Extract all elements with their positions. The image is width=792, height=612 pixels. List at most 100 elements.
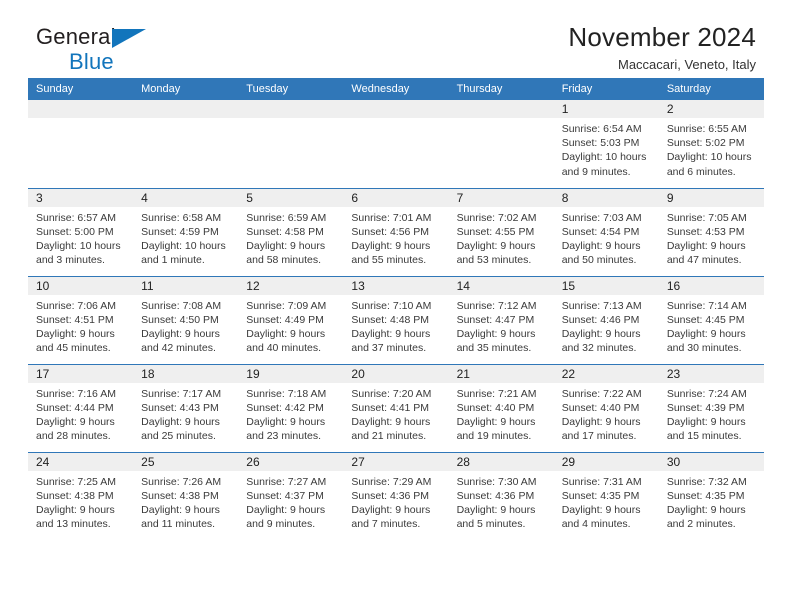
calendar-day-cell[interactable]: 2 Sunrise: 6:55 AM Sunset: 5:02 PM Daylight… [658,100,764,188]
daylight-text: Daylight: 9 hours and 58 minutes. [246,239,326,267]
calendar-day-cell[interactable]: 25 Sunrise: 7:26 AM Sunset: 4:38 PM Dayligh… [133,451,239,540]
calendar-day-cell[interactable]: 7 Sunrise: 7:02 AM Sunset: 4:55 PM Daylight… [448,187,554,276]
sunset-text: Sunset: 4:55 PM [456,225,535,238]
calendar-page: General Blue November 2024 Maccacari, Ve… [0,0,792,612]
daylight-text: Daylight: 9 hours and 11 minutes. [141,503,220,531]
calendar-body: 1 Sunrise: 6:54 AM Sunset: 5:03 PM Daylight… [28,100,764,540]
daylight-text: Daylight: 9 hours and 53 minutes. [456,239,536,267]
logo-word-blue: Blue [69,49,114,74]
sunset-text: Sunset: 4:36 PM [351,489,430,502]
calendar-day-cell[interactable]: 19 Sunrise: 7:18 AM Sunset: 4:42 PM Dayligh… [238,363,344,452]
sunset-text: Sunset: 4:49 PM [246,313,324,326]
calendar-week-row: 1 Sunrise: 6:54 AM Sunset: 5:03 PM Daylight… [28,100,764,188]
sunset-text: Sunset: 4:41 PM [351,401,430,414]
day-number: 19 [238,364,344,383]
day-details: Sunrise: 7:02 AM Sunset: 4:55 PM Daylight:… [449,207,554,268]
sunset-text: Sunset: 4:42 PM [246,401,324,414]
day-details: Sunrise: 7:03 AM Sunset: 4:54 PM Daylight:… [554,207,659,268]
day-number: 25 [133,452,239,471]
sunset-text: Sunset: 4:40 PM [456,401,535,414]
day-number: 9 [658,188,764,207]
daylight-text: Daylight: 9 hours and 21 minutes. [351,415,431,443]
sunrise-text: Sunrise: 7:10 AM [351,299,432,312]
sunset-text: Sunset: 4:59 PM [141,225,219,238]
day-number [448,100,554,118]
calendar-day-cell[interactable]: 29 Sunrise: 7:31 AM Sunset: 4:35 PM Dayligh… [553,451,659,540]
calendar-day-cell[interactable]: 9 Sunrise: 7:05 AM Sunset: 4:53 PM Daylight… [658,187,764,276]
day-number: 18 [133,364,239,383]
calendar-day-cell[interactable]: 21 Sunrise: 7:21 AM Sunset: 4:40 PM Dayligh… [448,363,554,452]
calendar-day-cell[interactable]: 16 Sunrise: 7:14 AM Sunset: 4:45 PM Dayligh… [658,275,764,364]
day-number: 14 [448,276,554,295]
calendar-day-cell[interactable]: 5 Sunrise: 6:59 AM Sunset: 4:58 PM Daylight… [238,187,344,276]
day-details: Sunrise: 6:57 AM Sunset: 5:00 PM Daylight:… [28,207,133,268]
sunrise-text: Sunrise: 7:20 AM [351,387,432,400]
calendar-day-cell[interactable]: 8 Sunrise: 7:03 AM Sunset: 4:54 PM Daylight… [553,187,659,276]
sunrise-text: Sunrise: 7:21 AM [456,387,537,400]
daylight-text: Daylight: 9 hours and 55 minutes. [351,239,431,267]
calendar-day-cell[interactable]: 27 Sunrise: 7:29 AM Sunset: 4:36 PM Dayligh… [343,451,449,540]
daylight-text: Daylight: 9 hours and 30 minutes. [666,327,746,355]
calendar-day-cell[interactable]: 24 Sunrise: 7:25 AM Sunset: 4:38 PM Dayligh… [28,451,134,540]
sunset-text: Sunset: 4:35 PM [561,489,640,502]
calendar-day-cell[interactable]: 23 Sunrise: 7:24 AM Sunset: 4:39 PM Dayligh… [658,363,764,452]
weekday-header-tuesday: Tuesday [238,78,344,100]
day-number: 1 [553,100,659,118]
calendar-day-cell[interactable]: 6 Sunrise: 7:01 AM Sunset: 4:56 PM Daylight… [343,187,449,276]
day-number: 17 [28,364,134,383]
sunset-text: Sunset: 4:48 PM [351,313,430,326]
sunset-text: Sunset: 5:00 PM [36,225,114,238]
calendar-day-cell[interactable]: 13 Sunrise: 7:10 AM Sunset: 4:48 PM Dayligh… [343,275,449,364]
daylight-text: Daylight: 9 hours and 28 minutes. [36,415,115,443]
sunrise-text: Sunrise: 7:24 AM [666,387,747,400]
generalblue-logo[interactable]: General Blue [36,26,236,76]
calendar-day-cell[interactable]: 3 Sunrise: 6:57 AM Sunset: 5:00 PM Daylight… [28,187,134,276]
daylight-text: Daylight: 9 hours and 15 minutes. [666,415,746,443]
calendar-day-cell[interactable]: 22 Sunrise: 7:22 AM Sunset: 4:40 PM Dayligh… [553,363,659,452]
sunrise-text: Sunrise: 7:25 AM [36,475,116,488]
day-number: 28 [448,452,554,471]
calendar-day-cell[interactable]: 11 Sunrise: 7:08 AM Sunset: 4:50 PM Dayligh… [133,275,239,364]
calendar-day-cell[interactable]: 28 Sunrise: 7:30 AM Sunset: 4:36 PM Dayligh… [448,451,554,540]
weekday-header-sunday: Sunday [28,78,134,100]
calendar-day-cell[interactable]: 4 Sunrise: 6:58 AM Sunset: 4:59 PM Daylight… [133,187,239,276]
daylight-text: Daylight: 10 hours and 1 minute. [141,239,226,267]
daylight-text: Daylight: 9 hours and 42 minutes. [141,327,220,355]
calendar-day-cell[interactable]: 30 Sunrise: 7:32 AM Sunset: 4:35 PM Dayligh… [658,451,764,540]
calendar-day-cell[interactable]: 15 Sunrise: 7:13 AM Sunset: 4:46 PM Dayligh… [553,275,659,364]
calendar-day-cell[interactable]: 18 Sunrise: 7:17 AM Sunset: 4:43 PM Dayligh… [133,363,239,452]
day-details: Sunrise: 7:16 AM Sunset: 4:44 PM Daylight:… [28,383,133,444]
sunset-text: Sunset: 4:44 PM [36,401,114,414]
calendar-day-cell[interactable]: 20 Sunrise: 7:20 AM Sunset: 4:41 PM Dayligh… [343,363,449,452]
daylight-text: Daylight: 9 hours and 5 minutes. [456,503,536,531]
day-details: Sunrise: 7:31 AM Sunset: 4:35 PM Daylight:… [554,471,659,532]
day-details: Sunrise: 7:25 AM Sunset: 4:38 PM Daylight:… [28,471,133,532]
sunrise-text: Sunrise: 7:05 AM [666,211,747,224]
calendar-day-cell[interactable]: 1 Sunrise: 6:54 AM Sunset: 5:03 PM Daylight… [553,100,659,188]
sunset-text: Sunset: 4:51 PM [36,313,114,326]
day-number: 29 [553,452,659,471]
calendar-day-cell[interactable]: 26 Sunrise: 7:27 AM Sunset: 4:37 PM Dayligh… [238,451,344,540]
calendar-day-cell[interactable]: 17 Sunrise: 7:16 AM Sunset: 4:44 PM Dayligh… [28,363,134,452]
sunset-text: Sunset: 4:36 PM [456,489,535,502]
sunset-text: Sunset: 4:50 PM [141,313,219,326]
calendar-week-row: 3 Sunrise: 6:57 AM Sunset: 5:00 PM Daylight… [28,187,764,276]
calendar-day-cell[interactable]: 14 Sunrise: 7:12 AM Sunset: 4:47 PM Dayligh… [448,275,554,364]
daylight-text: Daylight: 9 hours and 2 minutes. [666,503,746,531]
day-details: Sunrise: 7:21 AM Sunset: 4:40 PM Daylight:… [449,383,554,444]
day-number [28,100,134,118]
day-details: Sunrise: 7:24 AM Sunset: 4:39 PM Daylight:… [659,383,764,444]
sunset-text: Sunset: 4:58 PM [246,225,324,238]
sunset-text: Sunset: 4:46 PM [561,313,640,326]
day-number: 16 [658,276,764,295]
day-number: 3 [28,188,134,207]
calendar-day-cell[interactable]: 10 Sunrise: 7:06 AM Sunset: 4:51 PM Dayligh… [28,275,134,364]
day-number [133,100,239,118]
day-number: 10 [28,276,134,295]
calendar-week-row: 24 Sunrise: 7:25 AM Sunset: 4:38 PM Dayligh… [28,451,764,540]
sunrise-text: Sunrise: 6:57 AM [36,211,116,224]
day-number: 6 [343,188,449,207]
logo-top-row: General [36,26,236,50]
calendar-day-cell[interactable]: 12 Sunrise: 7:09 AM Sunset: 4:49 PM Dayligh… [238,275,344,364]
day-details: Sunrise: 7:17 AM Sunset: 4:43 PM Daylight:… [133,383,238,444]
